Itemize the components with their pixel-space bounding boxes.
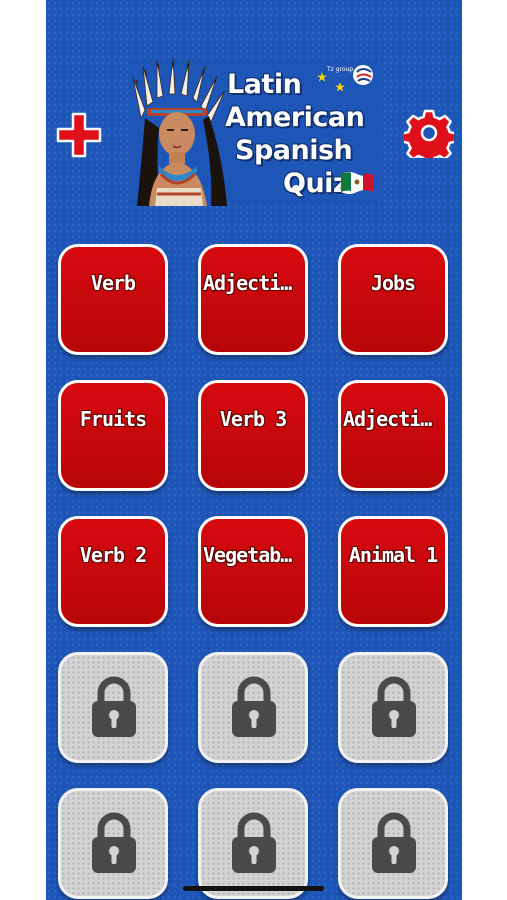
category-tile-label: Verb 3 xyxy=(219,407,287,431)
lock-icon xyxy=(92,676,136,737)
star-icon xyxy=(335,82,345,92)
category-tile[interactable]: Verb 3 xyxy=(198,380,308,491)
plus-icon xyxy=(56,112,102,158)
add-button[interactable] xyxy=(54,110,104,160)
brand-text: Tz group xyxy=(327,66,354,73)
app-logo: Latin American Spanish Quiz Tz group xyxy=(131,58,379,206)
locked-category-tile[interactable] xyxy=(198,788,308,899)
category-tile-label: Verb xyxy=(90,271,136,295)
settings-button[interactable] xyxy=(401,108,457,166)
star-icon xyxy=(317,72,327,82)
logo-title-line-3: Spanish xyxy=(235,135,353,166)
locked-category-tile[interactable] xyxy=(338,652,448,763)
category-tile[interactable]: Verb 2 xyxy=(58,516,168,627)
header: Latin American Spanish Quiz Tz group xyxy=(46,0,462,230)
locked-category-tile[interactable] xyxy=(338,788,448,899)
bubble-icon xyxy=(292,185,300,193)
logo-title-line-2: American xyxy=(225,102,365,133)
lock-icon xyxy=(372,812,416,873)
category-tile[interactable]: Animal 1 xyxy=(338,516,448,627)
lock-icon xyxy=(92,812,136,873)
category-tile[interactable]: Fruits xyxy=(58,380,168,491)
app-screen: Latin American Spanish Quiz Tz group Ver… xyxy=(46,0,462,900)
lock-icon xyxy=(372,676,416,737)
category-tile-label: Jobs xyxy=(370,271,416,295)
category-tile-label: Adjectiv... xyxy=(343,407,445,431)
lock-icon xyxy=(232,812,276,873)
category-tile[interactable]: Verb xyxy=(58,244,168,355)
category-tile[interactable]: Adjectiv... xyxy=(338,380,448,491)
locked-category-tile[interactable] xyxy=(58,652,168,763)
category-tile-label: Animal 1 xyxy=(348,543,438,567)
category-tile[interactable]: Jobs xyxy=(338,244,448,355)
locked-category-tile[interactable] xyxy=(198,652,308,763)
gear-icon xyxy=(401,109,457,166)
category-tile[interactable]: Vegetabl... xyxy=(198,516,308,627)
category-tile-label: Verb 2 xyxy=(79,543,147,567)
category-tile-label: Adjectiv... xyxy=(203,271,305,295)
locked-category-tile[interactable] xyxy=(58,788,168,899)
lock-icon xyxy=(232,676,276,737)
mexico-flag-icon xyxy=(341,172,373,194)
home-indicator[interactable] xyxy=(183,886,324,891)
category-tile[interactable]: Adjectiv... xyxy=(198,244,308,355)
category-tile-label: Fruits xyxy=(79,407,147,431)
category-tile-label: Vegetabl... xyxy=(203,543,305,567)
